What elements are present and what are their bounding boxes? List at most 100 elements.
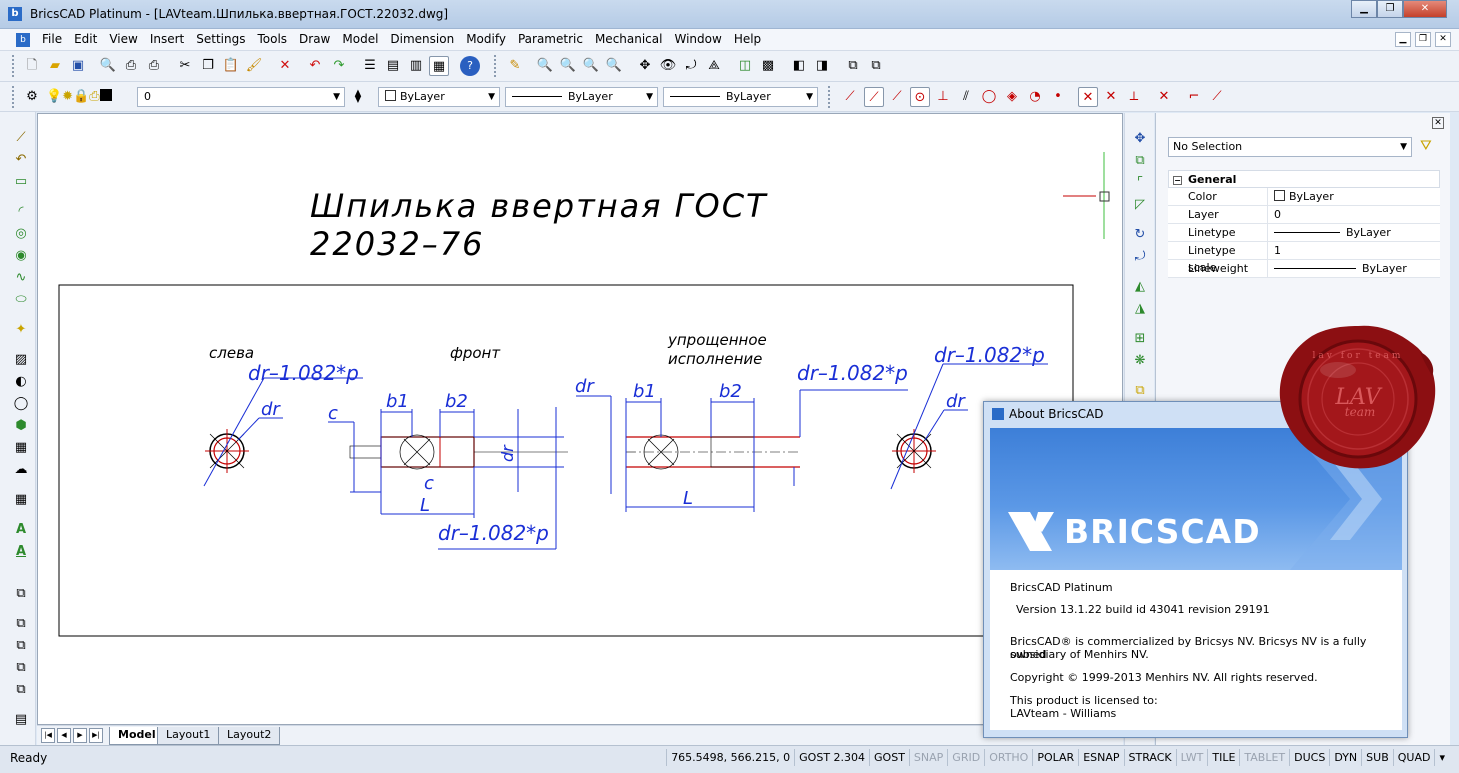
rectangle-icon[interactable]: ▭ <box>11 172 31 192</box>
copy-object-icon[interactable]: ⧉ <box>1130 151 1150 171</box>
prev-tab-icon[interactable]: ◀ <box>57 728 71 743</box>
fillet-icon[interactable]: ⌜ <box>1130 173 1150 193</box>
table-icon[interactable]: ▦ <box>11 490 31 510</box>
mtext-icon[interactable]: A <box>11 520 31 540</box>
linetype-combo[interactable]: ByLayer ▼ <box>505 87 658 107</box>
property-value[interactable]: ByLayer <box>1268 224 1440 241</box>
delete-icon[interactable]: ✕ <box>275 56 295 76</box>
next-tab-icon[interactable]: ▶ <box>73 728 87 743</box>
array-icon[interactable]: ⊞ <box>1130 329 1150 349</box>
menu-model[interactable]: Model <box>336 32 384 46</box>
view-icon[interactable]: 👁 <box>658 56 678 76</box>
drawing-svg[interactable]: Шпилька ввертная ГОСТ 22032–76 слева фро… <box>38 114 1123 725</box>
status-toggle-tablet[interactable]: TABLET <box>1239 749 1289 766</box>
layer-manager-icon[interactable]: ☰ <box>360 56 380 76</box>
toolbar-grip[interactable] <box>828 86 832 108</box>
property-value[interactable]: 0 <box>1268 206 1440 223</box>
gradient-icon[interactable]: ◐ <box>11 372 31 392</box>
snap-perpendicular-icon[interactable]: ⊥ <box>933 87 953 107</box>
pan-icon[interactable]: ✥ <box>635 56 655 76</box>
property-row[interactable]: Lineweight ByLayer <box>1168 260 1440 278</box>
render-icon[interactable]: ◫ <box>735 56 755 76</box>
group-general[interactable]: − General <box>1168 170 1440 188</box>
explorer-icon[interactable]: ▤ <box>383 56 403 76</box>
undo-icon[interactable]: ↶ <box>305 56 325 76</box>
image-icon[interactable]: ⧉ <box>11 658 31 678</box>
status-toggle-sub[interactable]: SUB <box>1361 749 1393 766</box>
document-icon[interactable]: b <box>16 33 30 47</box>
scale-icon[interactable]: ⤾ <box>1130 247 1150 267</box>
snap-insertion-icon[interactable]: ◔ <box>1025 87 1045 107</box>
lineweight-combo[interactable]: ByLayer ▼ <box>663 87 818 107</box>
snap-tracking-icon[interactable]: ⌐ <box>1184 87 1204 107</box>
snap-tangent-icon[interactable]: ◯ <box>979 87 999 107</box>
boundary-icon[interactable]: ◯ <box>11 394 31 414</box>
ellipse-icon[interactable]: ⬭ <box>11 290 31 310</box>
zoom-extents-icon[interactable]: 🔍 <box>604 56 624 76</box>
menu-file[interactable]: File <box>36 32 68 46</box>
region-icon[interactable]: ⬢ <box>11 416 31 436</box>
property-value[interactable]: 1 <box>1268 242 1440 259</box>
property-row[interactable]: Linetype ByLayer <box>1168 224 1440 242</box>
save-icon[interactable]: ▣ <box>68 56 88 76</box>
menu-insert[interactable]: Insert <box>144 32 190 46</box>
property-value[interactable]: ByLayer <box>1268 188 1440 205</box>
circle-icon[interactable]: ◎ <box>11 224 31 244</box>
move-icon[interactable]: ✥ <box>1130 129 1150 149</box>
last-tab-icon[interactable]: ▶| <box>89 728 103 743</box>
status-toggle-tile[interactable]: TILE <box>1207 749 1239 766</box>
snap-endpoint-icon[interactable]: ⟋ <box>840 87 860 107</box>
menu-mechanical[interactable]: Mechanical <box>589 32 669 46</box>
point-icon[interactable]: ✦ <box>11 320 31 340</box>
properties-toggle-icon[interactable]: ▦ <box>429 56 449 76</box>
cut-icon[interactable]: ✂ <box>175 56 195 76</box>
polar-array-icon[interactable]: ❋ <box>1130 351 1150 371</box>
status-toggle-dyn[interactable]: DYN <box>1329 749 1361 766</box>
pen-icon[interactable]: ✎ <box>505 56 525 76</box>
status-toggle-quad[interactable]: QUAD <box>1392 749 1435 766</box>
menu-window[interactable]: Window <box>668 32 727 46</box>
collapse-icon[interactable]: − <box>1173 176 1182 185</box>
first-tab-icon[interactable]: |◀ <box>41 728 55 743</box>
snap-intersection-icon[interactable]: ✕ <box>1078 87 1098 107</box>
doc-close-button[interactable]: ✕ <box>1435 32 1451 47</box>
menu-view[interactable]: View <box>103 32 143 46</box>
quick-select-icon[interactable]: ⛛ <box>1420 138 1432 154</box>
menu-draw[interactable]: Draw <box>293 32 336 46</box>
perspective-icon[interactable]: ⟁ <box>704 56 724 76</box>
line-icon[interactable]: ⟋ <box>11 128 31 148</box>
status-menu-icon[interactable]: ▾ <box>1434 749 1449 766</box>
insert-block-icon[interactable]: ⧉ <box>866 56 886 76</box>
orbit-icon[interactable]: ⤾ <box>681 56 701 76</box>
doc-restore-button[interactable]: ❐ <box>1415 32 1431 47</box>
visual-style-icon[interactable]: ▩ <box>758 56 778 76</box>
status-toggle-lwt[interactable]: LWT <box>1175 749 1208 766</box>
spline-icon[interactable]: ∿ <box>11 268 31 288</box>
print-icon[interactable]: ⎙ <box>121 56 141 76</box>
tab-layout2[interactable]: Layout2 <box>218 727 281 745</box>
layer-combo[interactable]: 0 ▼ <box>137 87 345 107</box>
revcloud-icon[interactable]: ☁ <box>11 460 31 480</box>
layout-icon[interactable]: ▤ <box>11 710 31 730</box>
chamfer-icon[interactable]: ◸ <box>1130 195 1150 215</box>
status-toggle-polar[interactable]: POLAR <box>1032 749 1078 766</box>
toolbar-grip[interactable] <box>12 86 16 108</box>
tile-vertical-icon[interactable]: ◧ <box>789 56 809 76</box>
open-icon[interactable]: ▰ <box>45 56 65 76</box>
status-toggle-ducs[interactable]: DUCS <box>1289 749 1329 766</box>
drawing-canvas[interactable]: Шпилька ввертная ГОСТ 22032–76 слева фро… <box>37 113 1123 725</box>
snap-quadrant-icon[interactable]: ◈ <box>1002 87 1022 107</box>
print-preview-icon[interactable]: 🔍 <box>98 56 118 76</box>
close-button[interactable]: ✕ <box>1403 0 1447 18</box>
status-toggle-snap[interactable]: SNAP <box>908 749 947 766</box>
selection-combo[interactable]: No Selection ▼ <box>1168 137 1412 157</box>
rotate-icon[interactable]: ↻ <box>1130 225 1150 245</box>
snap-clear-icon[interactable]: ✕ <box>1154 87 1174 107</box>
status-toggle-grid[interactable]: GRID <box>947 749 984 766</box>
snap-node-icon[interactable]: • <box>1048 87 1068 107</box>
menu-edit[interactable]: Edit <box>68 32 103 46</box>
plot-icon[interactable]: ⎙ <box>144 56 164 76</box>
design-center-icon[interactable]: ▥ <box>406 56 426 76</box>
doc-minimize-button[interactable]: ▁ <box>1395 32 1411 47</box>
color-combo[interactable]: ByLayer ▼ <box>378 87 500 107</box>
